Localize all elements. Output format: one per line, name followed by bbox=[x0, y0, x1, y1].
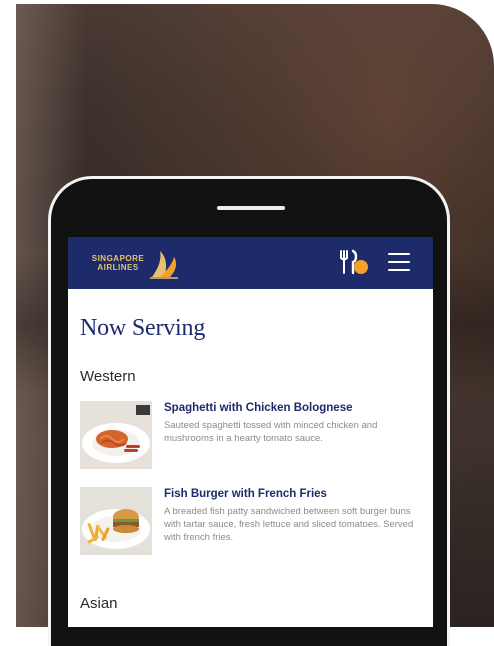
dish-description: Sauteed spaghetti tossed with minced chi… bbox=[164, 420, 378, 444]
dish-image-fish-burger bbox=[80, 487, 152, 555]
menu-item[interactable]: Spaghetti with Chicken Bolognese Sauteed… bbox=[80, 401, 421, 469]
hamburger-menu-icon[interactable] bbox=[388, 253, 410, 271]
brand-name-line2: AIRLINES bbox=[97, 263, 139, 272]
brand-name-line1: SINGAPORE bbox=[91, 254, 145, 263]
page-title: Now Serving bbox=[80, 315, 206, 341]
section-heading-western: Western bbox=[80, 368, 136, 385]
phone-speaker bbox=[217, 206, 285, 210]
singapore-airlines-bird-icon bbox=[150, 251, 178, 279]
dish-name: Fish Burger with French Fries bbox=[164, 488, 327, 500]
brand-logo[interactable]: SINGAPORE AIRLINES bbox=[82, 247, 182, 279]
meal-badge bbox=[354, 260, 368, 274]
dish-image-spaghetti bbox=[80, 401, 152, 469]
menu-item[interactable]: Fish Burger with French Fries A breaded … bbox=[80, 487, 421, 555]
meal-menu-button[interactable] bbox=[338, 249, 372, 277]
section-heading-asian: Asian bbox=[80, 595, 118, 612]
menu-content: Now Serving Western Spaghetti with Chick… bbox=[68, 315, 433, 612]
phone-screen: SINGAPORE AIRLINES Now Serving Western S… bbox=[68, 237, 433, 627]
dish-description: A breaded fish patty sandwiched between … bbox=[164, 506, 414, 543]
app-header: SINGAPORE AIRLINES bbox=[68, 237, 433, 289]
dish-name: Spaghetti with Chicken Bolognese bbox=[164, 402, 353, 414]
